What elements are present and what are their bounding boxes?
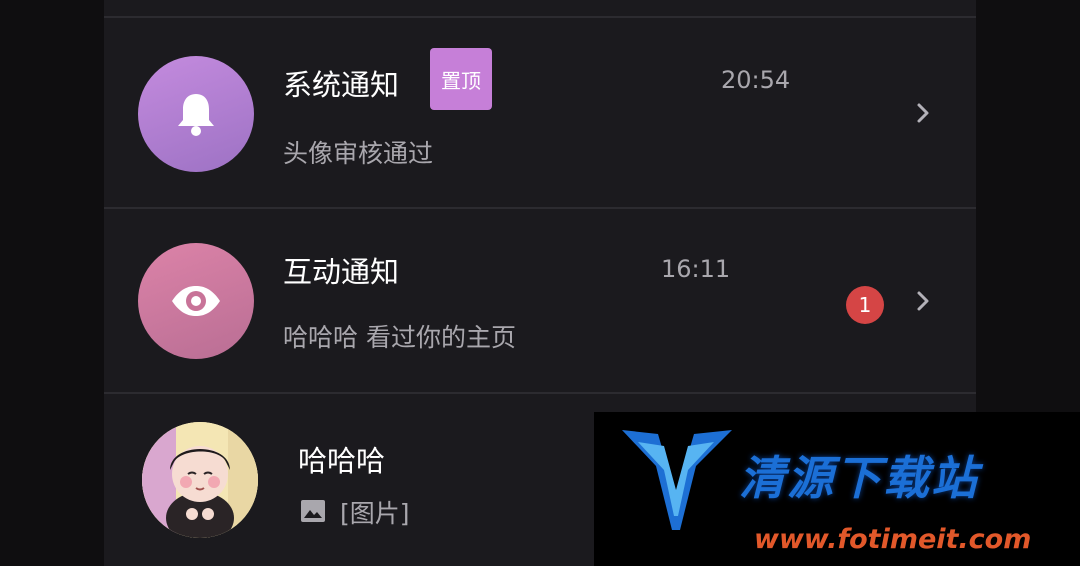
chevron-right-icon [917,291,929,311]
conversation-interaction-notice[interactable]: 互动通知 16:11 哈哈哈 看过你的主页 1 [104,209,976,393]
conversation-system-notice[interactable]: 系统通知 置顶 20:54 头像审核通过 [104,18,976,208]
chevron-right-icon [917,103,929,123]
watermark-site-name: 清源下载站 [739,451,979,505]
timestamp: 20:54 [721,66,791,94]
eye-icon [138,243,254,359]
cartoon-boy-avatar [142,422,258,538]
watermark-url: www.fotimeit.com [754,524,1032,555]
conversation-title: 哈哈哈 [298,444,386,478]
unread-count-badge: 1 [846,286,884,324]
bell-icon [138,56,254,172]
watermark-logo-icon [622,430,732,530]
image-icon [301,500,325,522]
message-preview: 头像审核通过 [283,139,434,168]
watermark-overlay: 清源下载站 www.fotimeit.com [594,412,1080,566]
timestamp: 16:11 [661,255,731,283]
conversation-title: 互动通知 [283,255,400,289]
message-preview: 哈哈哈 看过你的主页 [283,323,516,352]
message-preview: [图片] [340,499,410,528]
pinned-badge: 置顶 [430,48,492,110]
conversation-title: 系统通知 [283,68,400,102]
